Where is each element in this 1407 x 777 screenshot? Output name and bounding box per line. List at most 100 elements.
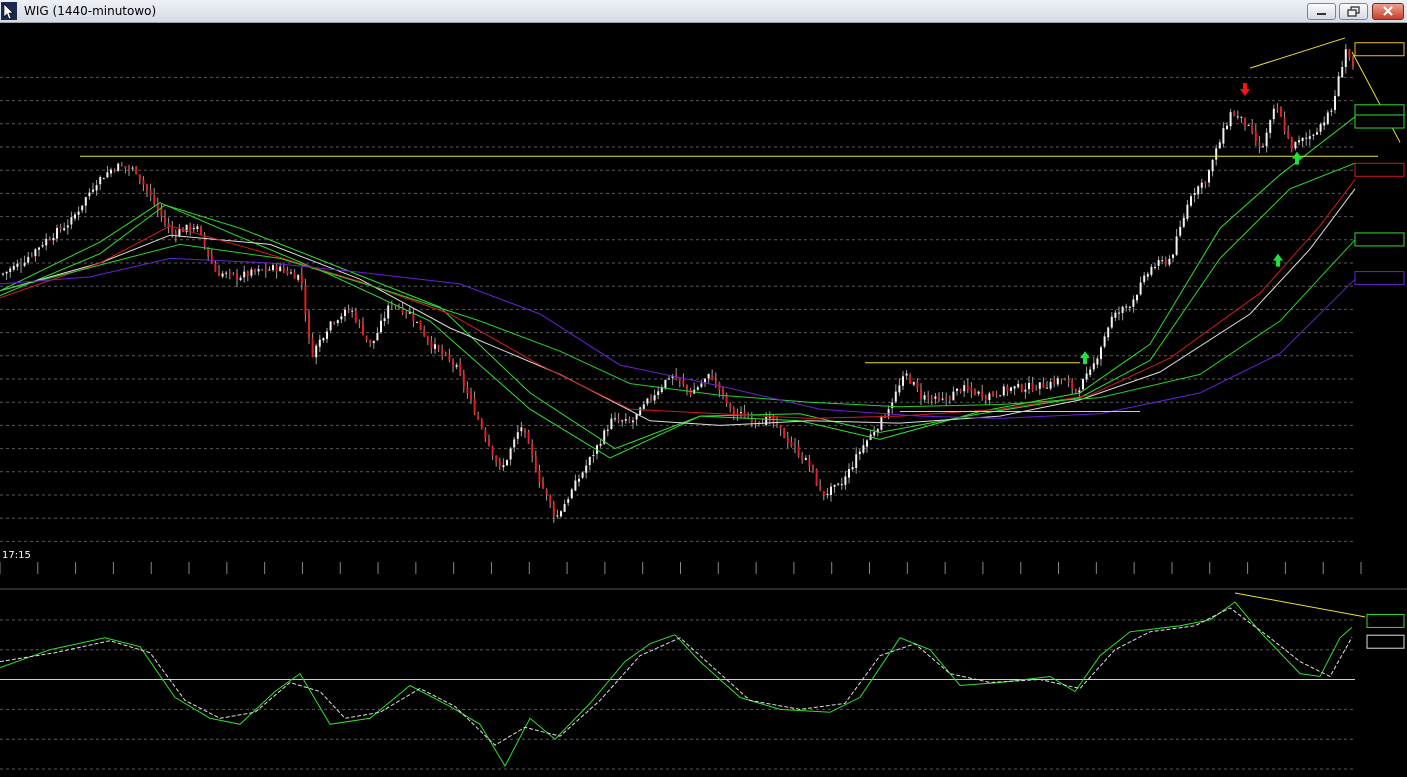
candle-up (905, 373, 908, 376)
candle-up (563, 504, 566, 512)
candle-down (959, 389, 962, 392)
candle-down (437, 345, 440, 350)
candle-down (524, 428, 526, 434)
candle-up (599, 443, 602, 446)
candle-down (412, 313, 415, 321)
candle-up (1157, 260, 1160, 266)
candle-down (405, 311, 408, 314)
candle-up (578, 478, 580, 482)
candle-up (894, 391, 897, 402)
candle-up (1125, 306, 1128, 308)
candle-up (1326, 112, 1329, 124)
candle-up (84, 197, 87, 206)
candle-down (966, 385, 969, 389)
candle-down (189, 224, 192, 231)
candle-up (934, 396, 937, 399)
candle-down (423, 330, 426, 337)
candle-down (232, 272, 235, 274)
candle-up (74, 214, 76, 219)
candle-down (286, 270, 289, 274)
candle-up (196, 226, 199, 229)
candle-up (923, 395, 926, 400)
candle-down (729, 403, 732, 407)
candle-down (293, 272, 296, 279)
candle-up (653, 395, 656, 401)
candle-up (941, 398, 944, 400)
candle-up (340, 316, 343, 320)
candle-down (995, 393, 998, 396)
candle-down (333, 322, 336, 324)
candle-down (1258, 142, 1261, 146)
candle-down (20, 264, 22, 266)
candle-down (1053, 380, 1056, 384)
candle-up (41, 245, 44, 247)
minimize-button[interactable] (1307, 3, 1336, 20)
candle-up (696, 387, 699, 390)
candle-down (459, 363, 462, 375)
candle-down (722, 389, 724, 394)
candle-down (783, 428, 786, 439)
candle-up (257, 269, 260, 272)
candle-up (606, 429, 609, 432)
candle-up (1107, 327, 1110, 338)
candle-up (848, 468, 850, 478)
candle-up (77, 211, 80, 215)
candle-up (1305, 137, 1308, 139)
restore-icon (1347, 6, 1360, 17)
close-button[interactable] (1372, 3, 1404, 20)
candle-down (927, 396, 930, 398)
candle-up (1038, 382, 1041, 389)
candle-up (192, 228, 195, 230)
candle-down (1352, 58, 1354, 67)
candle-up (221, 273, 224, 277)
candle-down (1020, 384, 1023, 392)
candle-up (858, 451, 861, 455)
candle-up (977, 391, 980, 394)
candle-up (27, 256, 30, 263)
restore-button[interactable] (1339, 3, 1368, 20)
candle-down (444, 353, 447, 355)
candle-up (66, 225, 69, 228)
candle-up (740, 412, 742, 414)
candle-down (473, 398, 476, 415)
candle-up (1078, 390, 1081, 393)
candle-up (95, 185, 98, 191)
chart-area[interactable]: 17:15 (0, 23, 1407, 777)
candle-down (246, 271, 249, 276)
candle-down (1042, 383, 1045, 388)
candle-down (470, 392, 472, 400)
candle-up (873, 432, 876, 436)
candle-down (264, 268, 267, 271)
candle-down (732, 408, 735, 414)
candle-up (1017, 383, 1020, 388)
candle-down (452, 360, 454, 366)
candle-down (1348, 49, 1351, 58)
candle-up (1218, 142, 1221, 149)
candle-down (538, 470, 541, 482)
candle-up (70, 217, 73, 225)
candle-up (707, 373, 710, 379)
candle-down (236, 273, 238, 280)
candle-up (1150, 266, 1153, 275)
candle-down (819, 486, 822, 491)
candle-up (560, 511, 562, 517)
candle-up (131, 167, 134, 169)
candle-up (351, 310, 354, 312)
candle-up (1226, 125, 1228, 129)
candle-up (1172, 254, 1174, 258)
candle-down (1064, 379, 1066, 381)
osc-value-label-frame (1366, 613, 1405, 628)
candle-up (840, 484, 843, 486)
candle-down (815, 469, 818, 486)
candle-down (480, 419, 483, 429)
candle-up (1092, 363, 1095, 370)
candle-down (1204, 182, 1207, 184)
candle-up (588, 456, 591, 466)
candle-down (1031, 382, 1034, 391)
candle-up (1262, 146, 1264, 148)
candle-up (1132, 299, 1135, 307)
candle-up (34, 249, 37, 257)
candle-down (1035, 389, 1038, 391)
candle-up (1301, 137, 1304, 141)
candle-down (794, 444, 796, 447)
